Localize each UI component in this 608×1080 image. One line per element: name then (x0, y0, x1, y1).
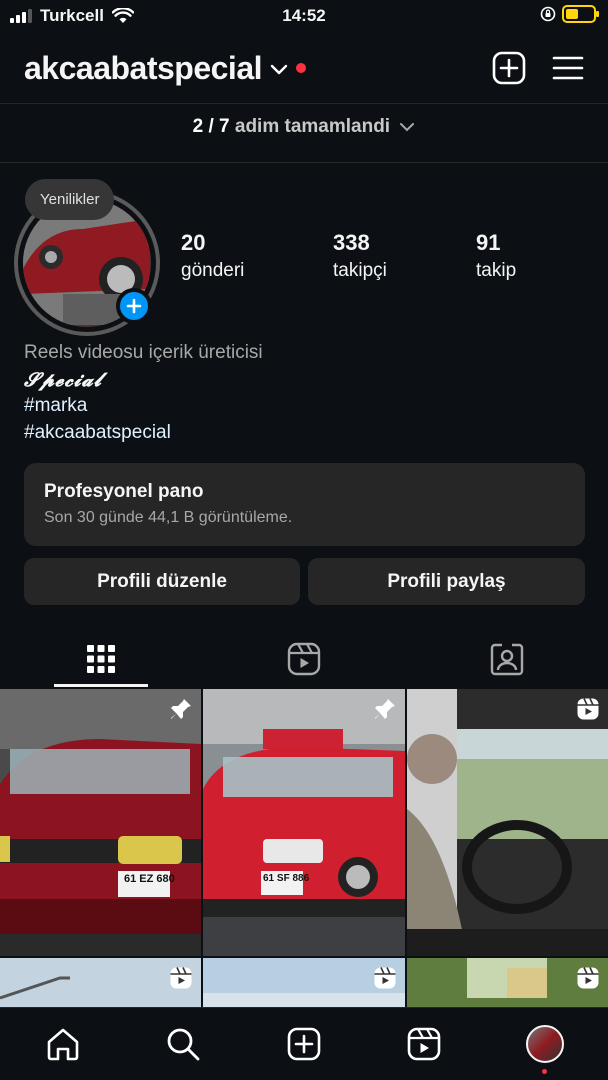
grid-post[interactable] (407, 689, 608, 956)
tab-posts-grid[interactable] (54, 630, 148, 688)
grid-icon (87, 645, 115, 673)
active-tab-indicator (54, 684, 148, 687)
dashboard-title: Profesyonel pano (44, 481, 204, 502)
notification-dot (296, 63, 306, 73)
status-bar: Turkcell 14:52 (0, 0, 608, 34)
nav-reels[interactable] (402, 1022, 446, 1066)
grid-post[interactable] (407, 958, 608, 1007)
post-thumbnail (203, 689, 405, 956)
reels-icon (407, 1027, 441, 1061)
search-icon (167, 1028, 200, 1061)
reel-icon (374, 967, 396, 989)
category-label: Reels videosu içerik üreticisi (24, 342, 263, 363)
profile-tabs (0, 630, 608, 688)
hashtag-link[interactable]: #akcaabatspecial (24, 420, 263, 447)
chevron-down-icon[interactable] (270, 64, 288, 76)
followers-stat[interactable]: 338 takipçi (333, 230, 387, 282)
plus-icon (126, 298, 142, 314)
grid-post[interactable]: 61 SF 886 (203, 689, 405, 956)
battery-icon (562, 5, 599, 23)
profile-progress-toggle[interactable]: 2 / 7 adim tamamlandi (0, 116, 608, 138)
stat-value: 20 (181, 230, 206, 255)
avatar (526, 1025, 564, 1063)
orientation-lock-icon (540, 6, 556, 22)
clock: 14:52 (282, 6, 326, 25)
profile-header: akcaabatspecial (24, 40, 584, 96)
pin-icon (375, 699, 395, 719)
notes-bubble[interactable]: Yenilikler (25, 179, 115, 220)
username-switcher[interactable]: akcaabatspecial (24, 50, 263, 87)
nav-profile[interactable] (523, 1022, 567, 1066)
share-profile-button[interactable]: Profili paylaş (308, 558, 585, 605)
stat-label: takip (476, 260, 517, 281)
stat-label: gönderi (181, 260, 245, 281)
nav-search[interactable] (161, 1022, 205, 1066)
stat-label: takipçi (333, 260, 387, 281)
nav-create[interactable] (282, 1022, 326, 1066)
tab-reels[interactable] (257, 630, 351, 688)
menu-icon[interactable] (552, 55, 584, 81)
chevron-down-icon (400, 122, 415, 132)
reel-icon (577, 698, 599, 720)
progress-label: adim tamamlandi (234, 116, 391, 137)
hashtag-link[interactable]: #marka (24, 393, 263, 420)
post-thumbnail (0, 689, 201, 956)
notification-dot (542, 1069, 547, 1074)
add-story-button[interactable] (116, 288, 152, 324)
posts-grid: 61 EZ 680 61 SF 886 (0, 689, 608, 1007)
dashboard-subtitle: Son 30 günde 44,1 B görüntüleme. (44, 509, 293, 526)
reel-icon (577, 967, 599, 989)
following-stat[interactable]: 91 takip (476, 230, 516, 282)
status-right (540, 5, 599, 23)
nav-home[interactable] (41, 1022, 85, 1066)
home-icon (47, 1028, 79, 1061)
reels-icon (287, 642, 321, 676)
progress-count: 2 / 7 (192, 116, 230, 137)
create-post-icon (287, 1027, 321, 1061)
profile-bio: Reels videosu içerik üreticisi 𝓢𝓹𝓮𝓬𝓲𝓪𝓵 #… (24, 340, 263, 446)
divider (0, 103, 608, 104)
post-thumbnail (407, 689, 608, 956)
pin-icon (171, 699, 191, 719)
license-plate: 61 SF 886 (263, 873, 310, 884)
license-plate: 61 EZ 680 (124, 873, 175, 885)
divider (0, 162, 608, 163)
posts-stat[interactable]: 20 gönderi (181, 230, 244, 282)
stat-value: 91 (476, 230, 501, 255)
bio-name-line: 𝓢𝓹𝓮𝓬𝓲𝓪𝓵 (24, 368, 103, 391)
edit-profile-button[interactable]: Profili düzenle (24, 558, 300, 605)
grid-post[interactable] (0, 958, 201, 1007)
stat-value: 338 (333, 230, 370, 255)
grid-post[interactable] (203, 958, 405, 1007)
tab-tagged[interactable] (460, 630, 554, 688)
bottom-navigation (0, 1007, 608, 1080)
reel-icon (170, 967, 192, 989)
grid-post[interactable]: 61 EZ 680 (0, 689, 201, 956)
create-post-icon[interactable] (492, 51, 526, 85)
professional-dashboard-card[interactable]: Profesyonel pano Son 30 günde 44,1 B gör… (24, 463, 585, 546)
tagged-user-icon (490, 643, 524, 676)
